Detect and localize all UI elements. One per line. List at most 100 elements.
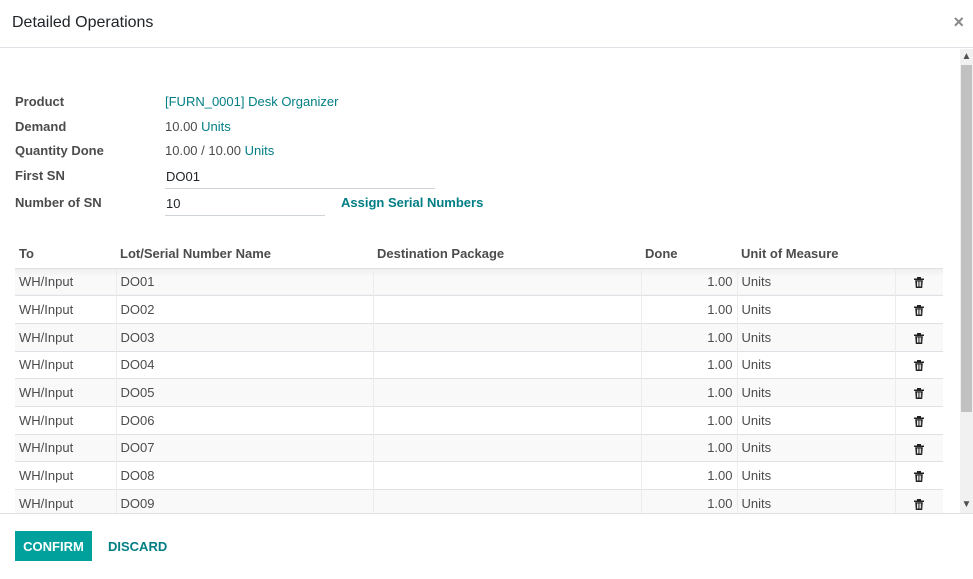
number-of-sn-input[interactable] [165,192,325,216]
quantity-done-label: Quantity Done [15,143,104,158]
confirm-button[interactable]: CONFIRM [15,531,92,561]
cell-to[interactable]: WH/Input [15,378,116,407]
column-header-lot[interactable]: Lot/Serial Number Name [116,240,373,269]
cell-to[interactable]: WH/Input [15,350,116,379]
cell-uom[interactable]: Units [736,267,895,296]
discard-button[interactable]: DISCARD [100,531,175,561]
table-row[interactable]: WH/Input DO06 1.00 Units [15,405,943,435]
cell-done[interactable]: 1.00 [640,489,737,513]
cell-uom[interactable]: Units [736,322,895,352]
cell-lot[interactable]: DO07 [115,433,373,462]
trash-icon[interactable] [914,471,925,483]
cell-delete [894,295,943,324]
first-sn-field: First SN [15,165,445,189]
assign-serial-numbers-button[interactable]: Assign Serial Numbers [341,195,483,210]
cell-lot[interactable]: DO02 [115,295,373,324]
trash-icon[interactable] [914,360,925,372]
operations-table: To Lot/Serial Number Name Destination Pa… [15,240,943,513]
cell-package[interactable] [372,295,641,324]
quantity-separator: / [201,143,205,158]
quantity-done-qty: 10.00 [165,143,198,158]
scrollbar-thumb[interactable] [961,65,972,412]
table-header: To Lot/Serial Number Name Destination Pa… [15,240,943,269]
table-row[interactable]: WH/Input DO02 1.00 Units [15,295,943,324]
number-of-sn-field: Number of SN Assign Serial Numbers [15,192,495,216]
trash-icon[interactable] [914,332,925,344]
cell-lot[interactable]: DO08 [115,461,373,490]
column-header-delete [895,240,943,269]
cell-uom[interactable]: Units [736,405,895,435]
cell-uom[interactable]: Units [736,461,895,490]
demand-value: 10.00 Units [165,119,231,134]
first-sn-input[interactable] [165,165,435,189]
cell-uom[interactable]: Units [736,433,895,462]
table-row[interactable]: WH/Input DO08 1.00 Units [15,461,943,490]
scroll-up-arrow-icon[interactable]: ▲ [960,49,973,65]
dialog-title: Detailed Operations [12,14,154,31]
cell-to[interactable]: WH/Input [15,489,116,513]
trash-icon[interactable] [914,499,925,511]
cell-uom[interactable]: Units [736,489,895,513]
cell-delete [894,489,943,513]
column-header-package[interactable]: Destination Package [373,240,641,269]
cell-to[interactable]: WH/Input [15,295,116,324]
cell-delete [894,350,943,379]
trash-icon[interactable] [914,388,925,400]
trash-icon[interactable] [914,443,925,455]
demand-label: Demand [15,119,67,134]
cell-lot[interactable]: DO01 [115,267,373,296]
cell-lot[interactable]: DO09 [115,489,373,513]
cell-package[interactable] [372,433,641,462]
cell-uom[interactable]: Units [736,378,895,407]
cell-to[interactable]: WH/Input [15,405,116,435]
trash-icon[interactable] [914,277,925,289]
cell-uom[interactable]: Units [736,350,895,379]
column-header-done[interactable]: Done [641,240,737,269]
trash-icon[interactable] [914,305,925,317]
quantity-done-uom[interactable]: Units [245,143,275,158]
cell-uom[interactable]: Units [736,295,895,324]
cell-done[interactable]: 1.00 [640,433,737,462]
cell-delete [894,461,943,490]
cell-package[interactable] [372,322,641,352]
cell-done[interactable]: 1.00 [640,295,737,324]
cell-done[interactable]: 1.00 [640,267,737,296]
cell-package[interactable] [372,489,641,513]
table-row[interactable]: WH/Input DO04 1.00 Units [15,350,943,379]
cell-package[interactable] [372,350,641,379]
cell-done[interactable]: 1.00 [640,378,737,407]
table-row[interactable]: WH/Input DO03 1.00 Units [15,322,943,352]
cell-lot[interactable]: DO04 [115,350,373,379]
cell-delete [894,322,943,352]
cell-done[interactable]: 1.00 [640,461,737,490]
close-icon[interactable]: × [953,13,964,31]
dialog-header: Detailed Operations × [0,0,973,48]
cell-lot[interactable]: DO06 [115,405,373,435]
cell-to[interactable]: WH/Input [15,433,116,462]
product-link[interactable]: [FURN_0001] Desk Organizer [165,94,338,109]
table-row[interactable]: WH/Input DO05 1.00 Units [15,378,943,407]
trash-icon[interactable] [914,415,925,427]
demand-uom[interactable]: Units [201,119,231,134]
quantity-done-value: 10.00 / 10.00 Units [165,143,274,158]
cell-lot[interactable]: DO03 [115,322,373,352]
scrollbar[interactable]: ▲ ▼ [960,49,973,513]
cell-to[interactable]: WH/Input [15,461,116,490]
table-row[interactable]: WH/Input DO09 1.00 Units [15,489,943,513]
cell-package[interactable] [372,461,641,490]
cell-done[interactable]: 1.00 [640,350,737,379]
cell-done[interactable]: 1.00 [640,322,737,352]
column-header-uom[interactable]: Unit of Measure [737,240,895,269]
cell-to[interactable]: WH/Input [15,322,116,352]
cell-package[interactable] [372,267,641,296]
cell-to[interactable]: WH/Input [15,267,116,296]
cell-package[interactable] [372,378,641,407]
table-row[interactable]: WH/Input DO07 1.00 Units [15,433,943,462]
quantity-total: 10.00 [208,143,241,158]
cell-lot[interactable]: DO05 [115,378,373,407]
column-header-to[interactable]: To [15,240,116,269]
cell-done[interactable]: 1.00 [640,405,737,435]
cell-package[interactable] [372,405,641,435]
table-row[interactable]: WH/Input DO01 1.00 Units [15,267,943,296]
scroll-down-arrow-icon[interactable]: ▼ [960,497,973,513]
